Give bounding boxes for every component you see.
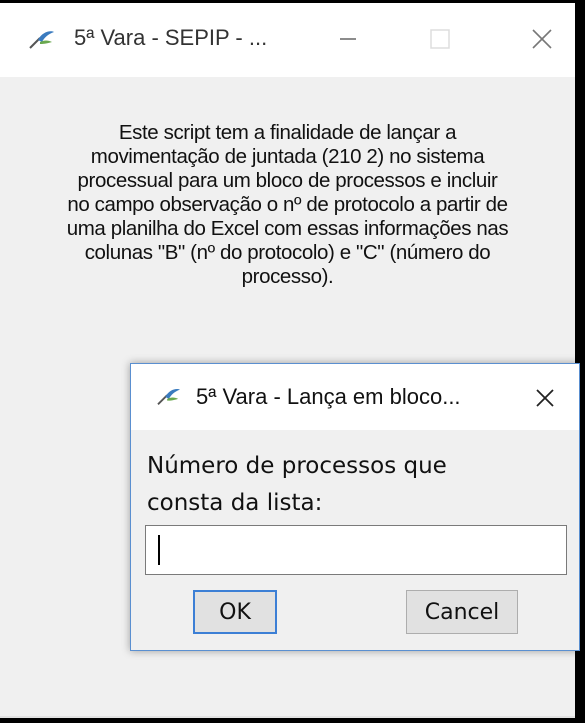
description-line: processo). xyxy=(241,265,334,288)
window-bottom-edge xyxy=(0,716,575,718)
dialog-titlebar[interactable]: 5ª Vara - Lança em bloco... xyxy=(131,364,579,430)
app-feather-icon xyxy=(156,386,182,408)
input-dialog: 5ª Vara - Lança em bloco... Número de pr… xyxy=(130,363,580,651)
close-button[interactable] xyxy=(520,19,564,59)
prompt-line: consta da lista: xyxy=(147,490,323,516)
close-icon xyxy=(536,389,554,407)
description-line: movimentação de juntada (210 2) no siste… xyxy=(90,145,485,168)
description-line: processual para um bloco de processos e … xyxy=(77,169,498,192)
description-line: uma planilha do Excel com essas informaç… xyxy=(66,217,509,240)
cancel-button[interactable]: Cancel xyxy=(406,590,518,634)
main-titlebar[interactable]: 5ª Vara - SEPIP - ... xyxy=(0,3,575,77)
dialog-title: 5ª Vara - Lança em bloco... xyxy=(196,384,461,409)
description-line: colunas "B" (nº do protocolo) e "C" (núm… xyxy=(84,241,491,264)
ok-button[interactable]: OK xyxy=(193,590,277,634)
description-line: Este script tem a finalidade de lançar a xyxy=(118,121,457,144)
maximize-button[interactable] xyxy=(418,19,462,59)
dialog-prompt: Número de processos que consta da lista: xyxy=(147,448,567,522)
dialog-close-button[interactable] xyxy=(527,382,563,414)
script-description: Este script tem a finalidade de lançar a… xyxy=(30,121,545,289)
minimize-icon xyxy=(340,38,356,40)
app-feather-icon xyxy=(28,28,56,52)
close-icon xyxy=(532,29,552,49)
process-count-input[interactable] xyxy=(145,525,567,575)
main-window-title: 5ª Vara - SEPIP - ... xyxy=(74,25,268,50)
maximize-icon xyxy=(430,29,450,49)
minimize-button[interactable] xyxy=(326,19,370,59)
description-line: no campo observação o nº de protocolo a … xyxy=(67,193,508,216)
prompt-line: Número de processos que xyxy=(147,453,447,479)
text-caret xyxy=(158,535,160,565)
